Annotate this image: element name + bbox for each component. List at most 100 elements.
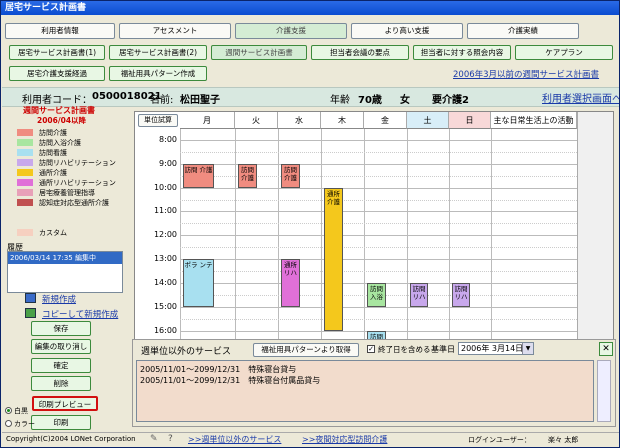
day-header: 月 (180, 112, 235, 129)
login-label: ログインユーザー： (468, 436, 531, 444)
copyright-text: Copyright(C)2004 LONet Corporation (6, 435, 136, 443)
user-name-label: 名前: (150, 95, 174, 106)
legend-label: 訪問看護 (39, 149, 67, 157)
color-radio[interactable] (5, 420, 12, 427)
activity-header: 主な日常生活上の活動 (491, 112, 577, 129)
print-preview-button[interactable]: 印刷プレビュー (32, 396, 98, 411)
service-block[interactable]: 訪問 介護 (281, 163, 300, 188)
sex-value: 女 (400, 95, 410, 106)
unit-calc-button[interactable]: 単位試算 (138, 114, 178, 127)
pen-icon: ✎ (150, 434, 158, 444)
copy-create-link[interactable]: コピーして新規作成 (42, 308, 118, 320)
service-block[interactable]: 訪問 介護 (183, 163, 214, 188)
mono-label: 白黒 (14, 407, 28, 415)
legend-swatch (17, 149, 33, 156)
subtab-plan2[interactable]: 居宅サービス計画書(2) (109, 45, 207, 60)
half-hour-line (180, 271, 577, 273)
textbox-scrollbar[interactable] (597, 360, 611, 422)
subtab-careplan[interactable]: ケアプラン (515, 45, 613, 60)
legend-label: 通所介護 (39, 169, 67, 177)
hour-line (180, 139, 577, 141)
mono-radio[interactable] (5, 407, 12, 414)
legend-swatch-custom (17, 229, 33, 236)
legend-swatch (17, 139, 33, 146)
time-label: 14:00 (153, 278, 177, 288)
subtab-plan1[interactable]: 居宅サービス計画書(1) (9, 45, 105, 60)
color-label: カラー (14, 420, 35, 428)
service-block[interactable]: 訪問 リハ (410, 283, 428, 308)
subtab-meeting-points[interactable]: 担当者会議の要点 (311, 45, 409, 60)
half-hour-line (180, 199, 577, 201)
service-block[interactable]: 訪問 介護 (238, 163, 257, 188)
window-title: 居宅サービス計画書 (1, 1, 619, 15)
panel-title: 週単位以外のサービス (141, 347, 232, 357)
service-line: 2005/11/01～2099/12/31 特殊寝台貸与 (140, 365, 297, 374)
base-date-picker[interactable]: 2006年 3月14日 ▼ (458, 342, 534, 355)
time-label: 11:00 (153, 206, 177, 216)
legend-swatch (17, 169, 33, 176)
day-header: 水 (278, 112, 321, 129)
subtab-support-log[interactable]: 居宅介護支援経過 (9, 66, 105, 81)
help-icon: ? (168, 434, 173, 444)
day-header: 火 (235, 112, 278, 129)
service-block[interactable]: 通所 介護 (324, 187, 343, 331)
delete-button[interactable]: 削除 (31, 376, 91, 391)
history-list[interactable]: 2006/03/14 17:35 編集中 (7, 251, 123, 293)
old-plan-link[interactable]: 2006年3月以前の週間サービス計画書 (453, 68, 599, 80)
tab-care-support[interactable]: 介護支援 (235, 23, 347, 39)
legend-date: 2006/04以降 (37, 116, 87, 125)
close-icon[interactable]: ✕ (599, 342, 613, 356)
include-end-label: 終了日を含める (378, 345, 431, 354)
weekly-schedule-grid[interactable]: 単位試算 月火水木金土日主な日常生活上の活動 8:00 9:00 10:00 11:00… (134, 111, 614, 343)
grid-scrollbar[interactable] (577, 112, 613, 342)
half-hour-line (180, 319, 577, 320)
hour-line (180, 211, 577, 213)
legend-label: 通所リハビリテーション (39, 179, 116, 187)
subtab-weekly-plan[interactable]: 週間サービス計画書 (211, 45, 307, 60)
include-end-checkbox[interactable]: ✓ (367, 345, 375, 353)
service-block[interactable]: 訪問 リハ (452, 283, 470, 308)
half-hour-line (180, 151, 577, 153)
subtab-welfare-pattern[interactable]: 福祉用具パターン作成 (109, 66, 207, 81)
undo-button[interactable]: 編集の取り消し (31, 339, 91, 354)
new-doc-icon (25, 293, 36, 303)
tab-assessment[interactable]: アセスメント (119, 23, 231, 39)
chevron-down-icon[interactable]: ▼ (522, 343, 533, 354)
login-user: 楽々 太郎 (548, 436, 579, 444)
base-date-value: 2006年 3月14日 (461, 344, 524, 353)
hour-line (180, 307, 577, 309)
status-bar: Copyright(C)2004 LONet Corporation ✎ ? >… (2, 432, 619, 447)
night-visit-link[interactable]: >>夜間対応型訪問介護 (302, 434, 387, 445)
service-block[interactable]: 通所 リハ (281, 259, 300, 308)
tab-care-record[interactable]: 介護実績 (467, 23, 579, 39)
tab-user-info[interactable]: 利用者情報 (5, 23, 115, 39)
time-label: 15:00 (153, 302, 177, 312)
user-code-label: 利用者コード： (22, 95, 92, 106)
hour-line (180, 259, 577, 261)
legend-swatch (17, 179, 33, 186)
service-block[interactable]: 訪問 入浴 (367, 283, 386, 308)
tab-higher-support[interactable]: より高い支援 (351, 23, 463, 39)
confirm-button[interactable]: 確定 (31, 358, 91, 373)
save-button[interactable]: 保存 (31, 321, 91, 336)
time-label: 8:00 (159, 134, 177, 144)
half-hour-line (180, 223, 577, 225)
hour-line (180, 235, 577, 237)
day-header: 土 (407, 112, 449, 129)
services-textbox[interactable]: 2005/11/01～2099/12/31 特殊寝台貸与 2005/11/01～… (136, 360, 594, 422)
non-weekly-link[interactable]: >>週単位以外のサービス (188, 434, 281, 445)
copy-doc-icon (25, 308, 36, 318)
print-button[interactable]: 印刷 (31, 415, 91, 430)
user-select-link[interactable]: 利用者選択画面へ (542, 90, 619, 105)
legend-label: 訪問入浴介護 (39, 139, 81, 147)
history-entry[interactable]: 2006/03/14 17:35 編集中 (8, 252, 122, 264)
fetch-pattern-button[interactable]: 福祉用具パターンより取得 (253, 343, 359, 357)
service-block[interactable]: ポラ ンテ (183, 259, 214, 308)
user-info-bar: 利用者コード： 0500018021 名前: 松田聖子 年齢 70歳 女 要介護… (2, 87, 619, 107)
subtab-inquiry[interactable]: 担当者に対する照会内容 (413, 45, 511, 60)
legend-label: 訪問リハビリテーション (39, 159, 116, 167)
time-label: 9:00 (159, 158, 177, 168)
age-value: 70歳 (358, 95, 382, 106)
new-create-link[interactable]: 新規作成 (42, 293, 76, 305)
user-name: 松田聖子 (180, 95, 220, 106)
